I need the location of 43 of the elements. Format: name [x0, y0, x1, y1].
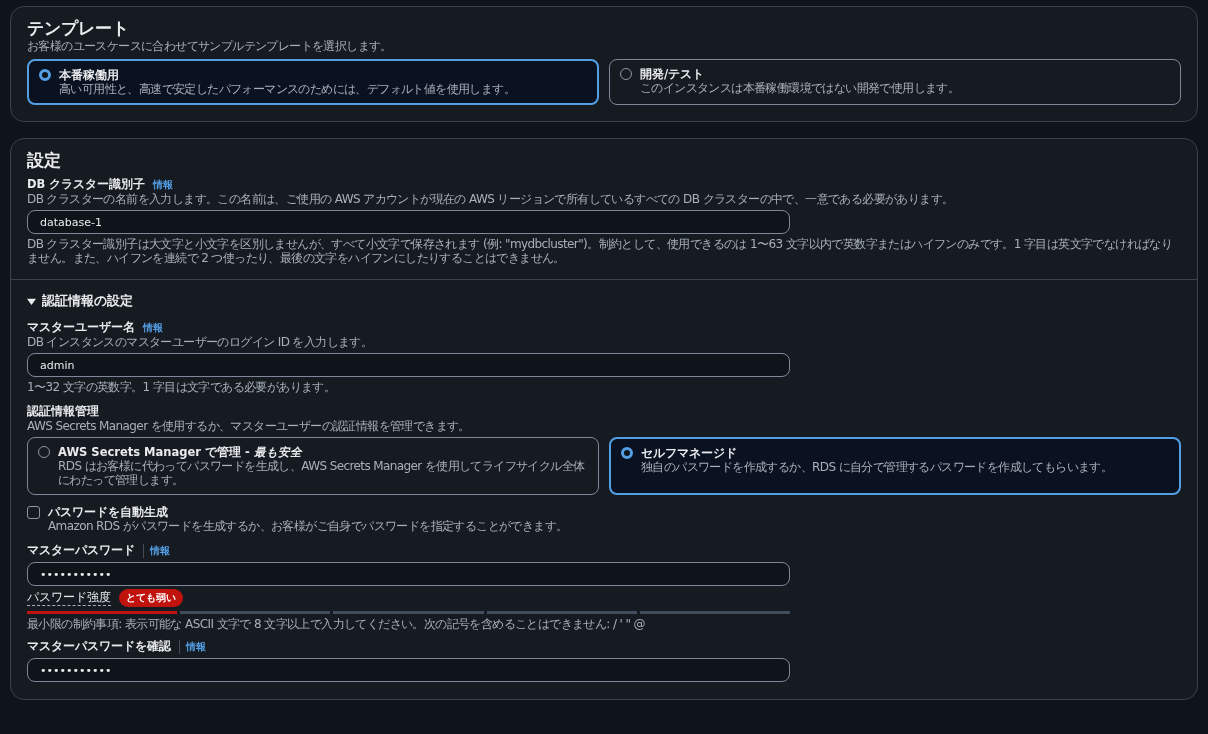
radio-icon — [621, 447, 633, 459]
checkbox-description: Amazon RDS がパスワードを生成するか、お客様がご自身でパスワードを指定することができます。 — [48, 519, 568, 533]
option-title: 開発/テスト — [640, 67, 706, 81]
section-description: お客様のユースケースに合わせてサンプルテンプレートを選択します。 — [27, 39, 393, 53]
option-description: RDS はお客様に代わってパスワードを生成し、AWS Secrets Manager を使用してライフサイクル全体にわたって管理します。 — [58, 459, 586, 487]
field-hint: 最小限の制約事項: 表示可能な ASCII 文字で 8 文字以上で入力してください。次の記号を含めることはできません: / ' " @ — [27, 617, 646, 631]
field-hint: DB クラスター識別子は大文字と小文字を区別しませんが、すべて小文字で保存されます (例: "mydbcluster")。制約として、使用できるのは 1〜63 文字以内で英数字またはハイフンのみです。1 字目は英文字でなければなりません。また、ハイフンを連続で 2 つ使ったり、最後の文字をハイフンにしたりすることはできません。 — [27, 237, 1174, 265]
info-link[interactable]: 情報 — [153, 177, 174, 192]
checkbox[interactable] — [27, 506, 40, 519]
info-link[interactable]: 情報 — [143, 320, 163, 335]
field-description: DB インスタンスのマスターユーザーのログイン ID を入力します。 — [27, 335, 374, 349]
option-title: 本番稼働用 — [59, 68, 120, 82]
radio-option[interactable]: セルフマネージド 独自のパスワードを作成するか、RDS に自分で管理するパスワードを作成してもらいます。 — [609, 437, 1181, 495]
radio-option[interactable]: 開発/テスト このインスタンスは本番稼働環境ではない開発で使用します。 — [609, 59, 1181, 105]
caret-icon — [27, 296, 36, 306]
input-field[interactable]: database-1 — [27, 210, 790, 234]
field-label: 認証情報管理 — [27, 404, 99, 419]
info-link[interactable]: 情報 — [143, 543, 170, 558]
option-description: 高い可用性と、高速で安定したパフォーマンスのためには、デフォルト値を使用します。 — [59, 82, 515, 96]
password-field[interactable]: ••••••••••• — [27, 658, 790, 682]
expand-toggle[interactable]: 認証情報の設定 — [27, 292, 133, 310]
strength-label: パスワード強度 — [27, 590, 111, 606]
field-description: AWS Secrets Manager を使用するか、マスターユーザーの認証情報を管理できます。 — [27, 419, 471, 433]
field-label: マスターパスワードを確認 — [27, 639, 171, 654]
field-hint: 1〜32 文字の英数字。1 字目は文字である必要があります。 — [27, 380, 337, 394]
radio-icon — [39, 69, 51, 81]
field-label: DB クラスター識別子 — [27, 177, 146, 192]
radio-option[interactable]: 本番稼働用 高い可用性と、高速で安定したパフォーマンスのためには、デフォルト値を使用します。 — [27, 59, 599, 105]
field-description: DB クラスターの名前を入力します。この名前は、ご使用の AWS アカウントが現在の AWS リージョンで所有しているすべての DB クラスターの中で、一意である必要があります。 — [27, 192, 955, 206]
option-title: AWS Secrets Manager で管理 - 最も安全 — [58, 445, 304, 459]
strength-badge: とても弱い — [119, 589, 183, 607]
section-title: 設定 — [27, 149, 62, 171]
field-label: マスターパスワード — [27, 543, 135, 558]
option-description: このインスタンスは本番稼働環境ではない開発で使用します。 — [640, 81, 960, 95]
input-field[interactable]: admin — [27, 353, 790, 377]
field-label: マスターユーザー名 — [27, 320, 135, 335]
password-field[interactable]: ••••••••••• — [27, 562, 790, 586]
section-title: テンプレート — [27, 17, 130, 39]
option-description: 独自のパスワードを作成するか、RDS に自分で管理するパスワードを作成してもらいます。 — [641, 460, 1113, 474]
checkbox-label: パスワードを自動生成 — [48, 505, 169, 519]
radio-option[interactable]: AWS Secrets Manager で管理 - 最も安全 RDS はお客様に代わってパスワードを生成し、AWS Secrets Manager を使用してライフサイクル全体にわたって管理します。 — [27, 437, 599, 495]
option-title: セルフマネージド — [641, 446, 738, 460]
info-link[interactable]: 情報 — [179, 639, 206, 654]
